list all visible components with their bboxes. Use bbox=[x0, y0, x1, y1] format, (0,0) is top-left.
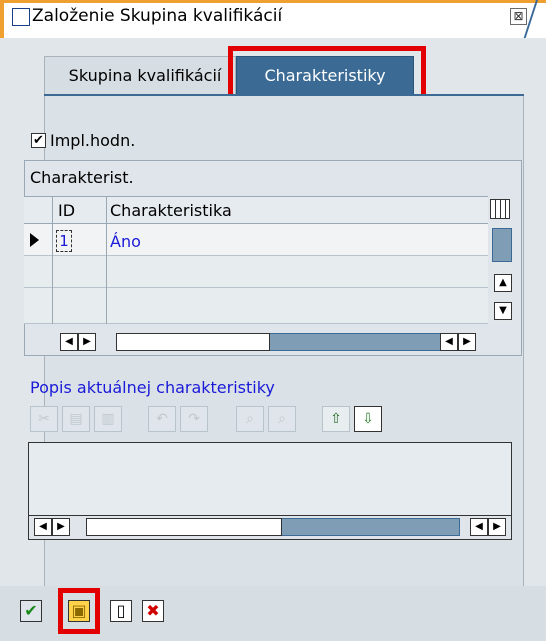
find-icon[interactable]: ⌕ bbox=[236, 406, 264, 432]
impl-hodn-checkbox[interactable]: ✔ bbox=[31, 133, 46, 148]
scroll-right-icon[interactable]: ▶ bbox=[458, 333, 476, 351]
undo-icon[interactable]: ↶ bbox=[148, 406, 176, 432]
tab-label: Skupina kvalifikácií bbox=[68, 66, 222, 85]
column-separator bbox=[52, 196, 53, 324]
table-settings-icon[interactable] bbox=[490, 199, 510, 219]
column-header-charakteristika[interactable]: Charakteristika bbox=[110, 201, 232, 220]
window-title: Založenie Skupina kvalifikácií bbox=[32, 6, 283, 26]
vertical-scroll-thumb[interactable] bbox=[492, 228, 512, 262]
find-next-icon[interactable]: ⌕ bbox=[268, 406, 296, 432]
description-title: Popis aktuálnej charakteristiky bbox=[30, 378, 275, 397]
column-header-id[interactable]: ID bbox=[58, 201, 75, 220]
scroll-down-icon[interactable]: ▼ bbox=[494, 302, 512, 320]
grid-title: Charakterist. bbox=[30, 168, 134, 187]
close-icon[interactable]: ⊠ bbox=[510, 8, 527, 25]
redo-icon[interactable]: ↷ bbox=[180, 406, 208, 432]
scroll-right-icon[interactable]: ▶ bbox=[488, 518, 506, 536]
row-selector-icon[interactable] bbox=[30, 233, 39, 247]
column-separator bbox=[106, 196, 107, 324]
window-icon bbox=[12, 8, 30, 26]
table-row[interactable] bbox=[24, 256, 488, 288]
table-row[interactable] bbox=[24, 288, 488, 324]
row-characteristic-cell[interactable]: Áno bbox=[110, 232, 141, 251]
title-accent-top bbox=[0, 0, 546, 3]
scroll-up-icon[interactable]: ▲ bbox=[494, 274, 512, 292]
scroll-left-icon[interactable]: ◀ bbox=[440, 333, 458, 351]
save-highlight-box bbox=[58, 588, 100, 634]
cancel-icon[interactable]: ✖ bbox=[142, 600, 164, 622]
table-row[interactable] bbox=[24, 224, 488, 256]
grid-header bbox=[24, 196, 488, 224]
scroll-right-icon[interactable]: ▶ bbox=[52, 518, 70, 536]
download-icon[interactable]: ⇩ bbox=[354, 406, 382, 432]
confirm-icon[interactable]: ✔ bbox=[20, 600, 42, 622]
impl-hodn-label: Impl.hodn. bbox=[50, 131, 136, 150]
horizontal-scroll-thumb[interactable] bbox=[116, 333, 270, 351]
scroll-left-icon[interactable]: ◀ bbox=[60, 333, 78, 351]
description-textarea[interactable] bbox=[28, 442, 512, 516]
row-id-cell[interactable]: 1 bbox=[56, 230, 72, 252]
tab-skupina-kvalifikacii[interactable]: Skupina kvalifikácií bbox=[44, 56, 236, 94]
scroll-left-icon[interactable]: ◀ bbox=[34, 518, 52, 536]
new-document-icon[interactable]: ▯ bbox=[110, 600, 132, 622]
copy-icon[interactable]: ▤ bbox=[62, 406, 90, 432]
cut-icon[interactable]: ✂ bbox=[30, 406, 58, 432]
upload-icon[interactable]: ⇧ bbox=[322, 406, 350, 432]
title-accent-left bbox=[0, 0, 4, 38]
scroll-right-icon[interactable]: ▶ bbox=[78, 333, 96, 351]
textarea-scroll-thumb[interactable] bbox=[86, 518, 282, 536]
scroll-left-icon[interactable]: ◀ bbox=[470, 518, 488, 536]
paste-icon[interactable]: ▥ bbox=[94, 406, 122, 432]
